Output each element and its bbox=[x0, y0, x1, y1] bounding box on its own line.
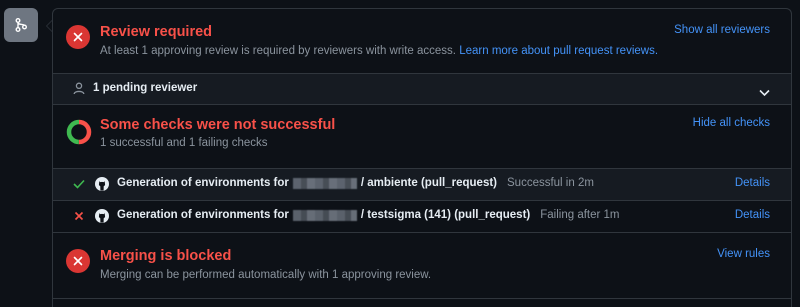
check-name-prefix: Generation of environments for bbox=[117, 177, 289, 189]
checks-title: Some checks were not successful bbox=[100, 117, 336, 133]
checks-summary: 1 successful and 1 failing checks bbox=[100, 137, 268, 149]
review-description-text: At least 1 approving review is required … bbox=[100, 45, 457, 57]
checks-donut-icon bbox=[66, 119, 92, 148]
git-merge-icon bbox=[4, 8, 38, 42]
x-icon bbox=[73, 209, 85, 223]
pending-reviewer-label: 1 pending reviewer bbox=[93, 82, 198, 94]
github-mark-icon bbox=[95, 209, 109, 223]
show-all-reviewers-link[interactable]: Show all reviewers bbox=[674, 24, 770, 36]
check-meta: Failing after 1m bbox=[540, 209, 620, 221]
review-description: At least 1 approving review is required … bbox=[100, 45, 658, 57]
merge-status-panel: Review required At least 1 approving rev… bbox=[52, 8, 792, 307]
details-link[interactable]: Details bbox=[735, 177, 770, 189]
chevron-down-icon[interactable] bbox=[759, 84, 770, 100]
view-rules-link[interactable]: View rules bbox=[717, 248, 770, 260]
person-icon bbox=[73, 82, 85, 98]
check-name-prefix: Generation of environments for bbox=[117, 209, 289, 221]
checks-section: Some checks were not successful 1 succes… bbox=[53, 105, 791, 169]
merge-blocked-section: Merging is blocked Merging can be perfor… bbox=[53, 233, 791, 299]
review-section: Review required At least 1 approving rev… bbox=[53, 9, 791, 74]
x-circle-icon bbox=[66, 25, 90, 49]
check-name-suffix: / ambiente (pull_request) bbox=[360, 177, 497, 189]
merge-blocked-description: Merging can be performed automatically w… bbox=[100, 269, 432, 281]
check-name: Generation of environments for / ambient… bbox=[117, 177, 594, 189]
details-link[interactable]: Details bbox=[735, 209, 770, 221]
check-icon bbox=[73, 177, 85, 191]
pending-reviewer-row[interactable]: 1 pending reviewer bbox=[53, 74, 791, 105]
check-row[interactable]: Generation of environments for / ambient… bbox=[53, 169, 791, 201]
check-row[interactable]: Generation of environments for / testsig… bbox=[53, 201, 791, 233]
review-title: Review required bbox=[100, 24, 213, 40]
learn-more-link[interactable]: Learn more about pull request reviews. bbox=[459, 45, 658, 57]
x-circle-icon bbox=[66, 249, 90, 273]
redacted-repo bbox=[292, 177, 357, 189]
check-name-suffix: / testsigma (141) (pull_request) bbox=[360, 209, 531, 221]
redacted-repo bbox=[292, 209, 357, 221]
hide-all-checks-link[interactable]: Hide all checks bbox=[693, 117, 770, 129]
github-mark-icon bbox=[95, 177, 109, 191]
merge-blocked-title: Merging is blocked bbox=[100, 248, 232, 264]
check-name: Generation of environments for / testsig… bbox=[117, 209, 620, 221]
check-meta: Successful in 2m bbox=[507, 177, 594, 189]
